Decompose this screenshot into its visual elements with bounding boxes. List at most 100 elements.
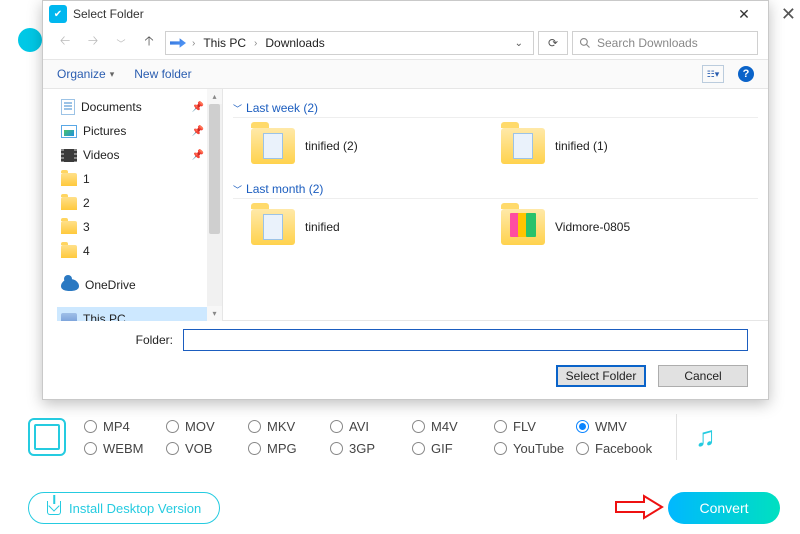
tree-item[interactable]: Videos📌 <box>57 143 222 167</box>
close-button[interactable]: ✕ <box>724 1 764 27</box>
folder-item[interactable]: tinified <box>251 209 451 245</box>
folder-icon <box>61 245 77 258</box>
address-bar[interactable]: › This PC › Downloads ⌄ <box>165 31 534 55</box>
radio-icon <box>248 420 261 433</box>
select-folder-dialog: ✔ Select Folder ✕ 🡠 🡢 ﹀ 🡡 › This PC › Do… <box>42 0 769 400</box>
dialog-toolbar: Organize▾ New folder ☷▾ ? <box>43 59 768 89</box>
radio-icon <box>330 420 343 433</box>
format-label: WEBM <box>103 441 143 456</box>
up-button[interactable]: 🡡 <box>137 31 161 55</box>
pin-icon: 📌 <box>192 150 204 161</box>
format-radio-mkv[interactable]: MKV <box>248 419 330 434</box>
organize-menu[interactable]: Organize▾ <box>57 67 114 81</box>
scroll-down-icon[interactable]: ▾ <box>207 306 222 321</box>
tree-item-label: This PC <box>83 312 126 321</box>
navigation-tree: Documents📌Pictures📌Videos📌1234OneDriveTh… <box>43 89 223 321</box>
drive-icon <box>61 313 77 321</box>
format-radio-vob[interactable]: VOB <box>166 441 248 456</box>
chevron-down-icon: ﹀ <box>233 183 242 196</box>
format-radio-facebook[interactable]: Facebook <box>576 441 658 456</box>
format-radio-mp4[interactable]: MP4 <box>84 419 166 434</box>
parent-close-icon[interactable]: ✕ <box>781 4 796 25</box>
format-radio-webm[interactable]: WEBM <box>84 441 166 456</box>
format-radio-m4v[interactable]: M4V <box>412 419 494 434</box>
folder-item[interactable]: tinified (2) <box>251 128 451 164</box>
format-label: WMV <box>595 419 627 434</box>
tree-item-label: 1 <box>83 172 90 186</box>
tree-item[interactable]: 4 <box>57 239 222 263</box>
format-label: MOV <box>185 419 215 434</box>
pin-icon: 📌 <box>192 126 204 137</box>
format-label: FLV <box>513 419 536 434</box>
format-label: GIF <box>431 441 453 456</box>
annotation-arrow <box>614 494 664 520</box>
tree-item-label: 2 <box>83 196 90 210</box>
format-label: MKV <box>267 419 295 434</box>
search-input[interactable]: Search Downloads <box>572 31 758 55</box>
folder-icon <box>61 221 77 234</box>
cancel-button[interactable]: Cancel <box>658 365 748 387</box>
group-label: Last month (2) <box>246 182 323 196</box>
tree-item[interactable]: 3 <box>57 215 222 239</box>
breadcrumb-downloads[interactable]: Downloads <box>263 36 326 50</box>
format-radio-mpg[interactable]: MPG <box>248 441 330 456</box>
tree-item-label: Documents <box>81 100 142 114</box>
pin-icon: 📌 <box>192 102 204 113</box>
tree-item[interactable]: Documents 📌 <box>57 95 222 119</box>
radio-icon <box>166 442 179 455</box>
radio-icon <box>494 442 507 455</box>
format-label: M4V <box>431 419 458 434</box>
background-accent <box>18 28 42 52</box>
folder-name-input[interactable] <box>183 329 748 351</box>
folder-name-row: Folder: <box>43 321 768 359</box>
format-radio-wmv[interactable]: WMV <box>576 419 658 434</box>
group-header[interactable]: ﹀ Last week (2) <box>233 101 758 118</box>
output-format-panel: MP4 MOV MKV AVI M4V FLV WMV WEBM VOBMPG3GP GIF You… <box>28 414 780 460</box>
pic-icon <box>61 125 77 138</box>
tree-item[interactable]: 1 <box>57 167 222 191</box>
radio-icon <box>412 420 425 433</box>
select-folder-button[interactable]: Select Folder <box>556 365 646 387</box>
dialog-titlebar: ✔ Select Folder ✕ <box>43 1 768 27</box>
sidebar-scrollbar[interactable]: ▴ ▾ <box>207 89 222 321</box>
format-radio-gif[interactable]: GIF <box>412 441 494 456</box>
scroll-up-icon[interactable]: ▴ <box>207 89 222 104</box>
format-radio-3gp[interactable]: 3GP <box>330 441 412 456</box>
folder-contents: ﹀ Last week (2) tinified (2) tinified (1) ﹀ L… <box>223 89 768 321</box>
doc-icon <box>61 99 75 115</box>
download-icon <box>47 501 61 515</box>
tree-item[interactable]: OneDrive <box>57 273 222 297</box>
app-icon: ✔ <box>49 5 67 23</box>
vid-icon <box>61 149 77 162</box>
breadcrumb-this-pc[interactable]: This PC <box>201 36 248 50</box>
format-radio-youtube[interactable]: YouTube <box>494 441 576 456</box>
folder-item-label: Vidmore-0805 <box>555 220 630 234</box>
refresh-button[interactable]: ⟳ <box>538 31 568 55</box>
chevron-right-icon: › <box>252 38 259 49</box>
tree-item[interactable]: This PC <box>57 307 222 321</box>
search-placeholder: Search Downloads <box>597 36 698 50</box>
chevron-down-icon: ﹀ <box>233 102 242 115</box>
group-label: Last week (2) <box>246 101 318 115</box>
chevron-down-icon: ▾ <box>110 69 115 80</box>
navigation-row: 🡠 🡢 ﹀ 🡡 › This PC › Downloads ⌄ ⟳ Search… <box>43 27 768 59</box>
tree-item[interactable]: Pictures📌 <box>57 119 222 143</box>
back-button[interactable]: 🡠 <box>53 31 77 55</box>
help-icon[interactable]: ? <box>738 66 754 82</box>
recent-dropdown[interactable]: ﹀ <box>109 31 133 55</box>
group-header[interactable]: ﹀ Last month (2) <box>233 182 758 199</box>
music-note-icon[interactable]: ♫ <box>695 421 716 453</box>
convert-button[interactable]: Convert <box>668 492 780 524</box>
scrollbar-thumb[interactable] <box>209 104 220 234</box>
format-radio-avi[interactable]: AVI <box>330 419 412 434</box>
folder-item[interactable]: Vidmore-0805 <box>501 209 701 245</box>
view-options-button[interactable]: ☷▾ <box>702 65 724 83</box>
tree-item[interactable]: 2 <box>57 191 222 215</box>
format-radio-flv[interactable]: FLV <box>494 419 576 434</box>
address-history-dropdown[interactable]: ⌄ <box>509 38 529 49</box>
format-radio-mov[interactable]: MOV <box>166 419 248 434</box>
install-desktop-button[interactable]: Install Desktop Version <box>28 492 220 524</box>
new-folder-button[interactable]: New folder <box>134 67 191 81</box>
radio-icon <box>494 420 507 433</box>
folder-item[interactable]: tinified (1) <box>501 128 701 164</box>
